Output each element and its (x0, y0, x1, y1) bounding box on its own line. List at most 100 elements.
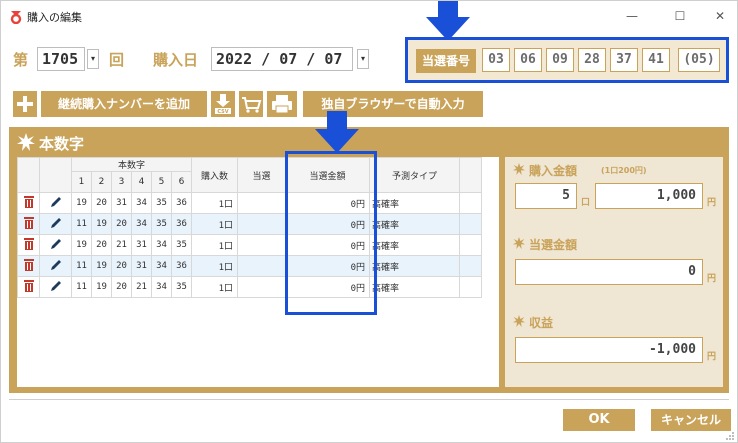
blank-cell (459, 234, 482, 256)
count-cell: 1口 (191, 276, 238, 298)
type-cell: 高確率 (369, 192, 460, 214)
number-cell: 31 (131, 234, 152, 256)
blank-cell (459, 213, 482, 235)
maximize-button[interactable]: ☐ (665, 7, 695, 25)
table-row: 11 19 20 21 34 35 1口 0円 高確率 (17, 276, 482, 298)
winning-numbers-label: 当選番号 (416, 49, 476, 73)
win-cell (237, 255, 286, 277)
print-button[interactable] (267, 91, 297, 117)
main-numbers-panel: 本数字 本数字 購入数 当選 当選金額 予測タイプ 1 2 3 4 5 6 19… (9, 127, 729, 393)
type-cell: 高確率 (369, 276, 460, 298)
round-number-field[interactable]: 1705 (37, 47, 85, 71)
header-num-col: 2 (91, 171, 112, 193)
header-blank (17, 157, 40, 193)
round-dropdown-button[interactable]: ▾ (87, 49, 99, 69)
count-cell: 1口 (191, 234, 238, 256)
winning-number-4: 28 (578, 48, 606, 72)
type-cell: 高確率 (369, 213, 460, 235)
winning-number-3: 09 (546, 48, 574, 72)
profit-yen-unit: 円 (707, 352, 717, 362)
number-cell: 19 (91, 255, 112, 277)
table-row: 11 19 20 31 34 36 1口 0円 高確率 (17, 255, 482, 277)
header-num-col: 4 (131, 171, 152, 193)
purchase-date-value: 2022 / 07 / 07 (216, 50, 343, 68)
number-cell: 36 (171, 192, 192, 214)
number-cell: 19 (71, 192, 92, 214)
winning-number-6: 41 (642, 48, 670, 72)
minimize-button[interactable]: — (617, 7, 647, 25)
type-cell: 高確率 (369, 234, 460, 256)
purchase-amount-field[interactable]: 1,000 (595, 183, 703, 209)
csv-icon-label: CSV (217, 109, 228, 115)
number-cell: 34 (151, 276, 172, 298)
date-dropdown-button[interactable]: ▾ (357, 49, 369, 69)
add-continue-numbers-button[interactable]: 継続購入ナンバーを追加 (41, 91, 207, 117)
number-cell: 34 (131, 213, 152, 235)
number-cell: 34 (151, 234, 172, 256)
header-count: 購入数 (191, 157, 238, 193)
delete-button[interactable] (17, 255, 40, 277)
purchase-count-field[interactable]: 5 (515, 183, 577, 209)
edit-button[interactable] (39, 234, 72, 256)
resize-grip-icon[interactable] (725, 431, 735, 441)
cart-button[interactable] (239, 91, 263, 117)
number-cell: 11 (71, 255, 92, 277)
winning-number-2: 06 (514, 48, 542, 72)
number-cell: 19 (91, 213, 112, 235)
count-cell: 1口 (191, 255, 238, 277)
number-cell: 36 (171, 255, 192, 277)
purchase-date-field[interactable]: 2022 / 07 / 07 (211, 47, 353, 71)
header-type: 予測タイプ (369, 157, 460, 193)
cart-icon (242, 97, 262, 113)
trash-icon (23, 216, 34, 229)
number-cell: 35 (151, 192, 172, 214)
table-row: 19 20 31 34 35 36 1口 0円 高確率 (17, 192, 482, 214)
dialog-window: 購入の編集 — ☐ ✕ 第 1705 ▾ 回 購入日 2022 / 07 / 0… (0, 0, 738, 443)
header-num-col: 1 (71, 171, 92, 193)
number-cell: 31 (131, 255, 152, 277)
profit-label: 収益 (529, 316, 554, 330)
csv-download-icon: CSV (215, 94, 231, 115)
panel-title: 本数字 (39, 135, 85, 153)
add-row-button[interactable] (13, 91, 37, 117)
amount-cell: 0円 (285, 234, 370, 256)
header-num-col: 3 (111, 171, 132, 193)
trash-icon (23, 195, 34, 208)
header-blank (39, 157, 72, 193)
delete-button[interactable] (17, 213, 40, 235)
ok-button[interactable]: OK (563, 409, 635, 431)
edit-button[interactable] (39, 276, 72, 298)
pencil-icon (50, 280, 61, 291)
edit-button[interactable] (39, 255, 72, 277)
win-cell (237, 276, 286, 298)
cancel-button[interactable]: キャンセル (651, 409, 731, 431)
win-cell (237, 213, 286, 235)
blank-cell (459, 192, 482, 214)
chevron-down-icon: ▾ (360, 54, 365, 63)
burst-icon (17, 133, 35, 151)
win-cell (237, 192, 286, 214)
edit-button[interactable] (39, 192, 72, 214)
number-cell: 20 (111, 255, 132, 277)
delete-button[interactable] (17, 192, 40, 214)
close-button[interactable]: ✕ (705, 7, 735, 25)
number-cell: 35 (151, 213, 172, 235)
delete-button[interactable] (17, 276, 40, 298)
title-bar: 購入の編集 — ☐ ✕ (1, 1, 737, 31)
count-cell: 1口 (191, 213, 238, 235)
amount-cell: 0円 (285, 276, 370, 298)
down-arrow-annotation-icon (315, 111, 359, 153)
purchase-date-label: 購入日 (153, 51, 199, 69)
number-cell: 20 (91, 192, 112, 214)
csv-import-button[interactable]: CSV (211, 91, 235, 117)
round-number-value: 1705 (42, 50, 79, 68)
edit-button[interactable] (39, 213, 72, 235)
burst-icon (513, 315, 525, 327)
bonus-number: (05) (678, 48, 720, 72)
number-cell: 20 (91, 234, 112, 256)
delete-button[interactable] (17, 234, 40, 256)
purchase-table-container: 本数字 購入数 当選 当選金額 予測タイプ 1 2 3 4 5 6 19 20 … (17, 157, 499, 387)
round-prefix-label: 第 (13, 51, 29, 69)
number-cell: 11 (71, 213, 92, 235)
down-arrow-annotation-icon (426, 1, 470, 41)
